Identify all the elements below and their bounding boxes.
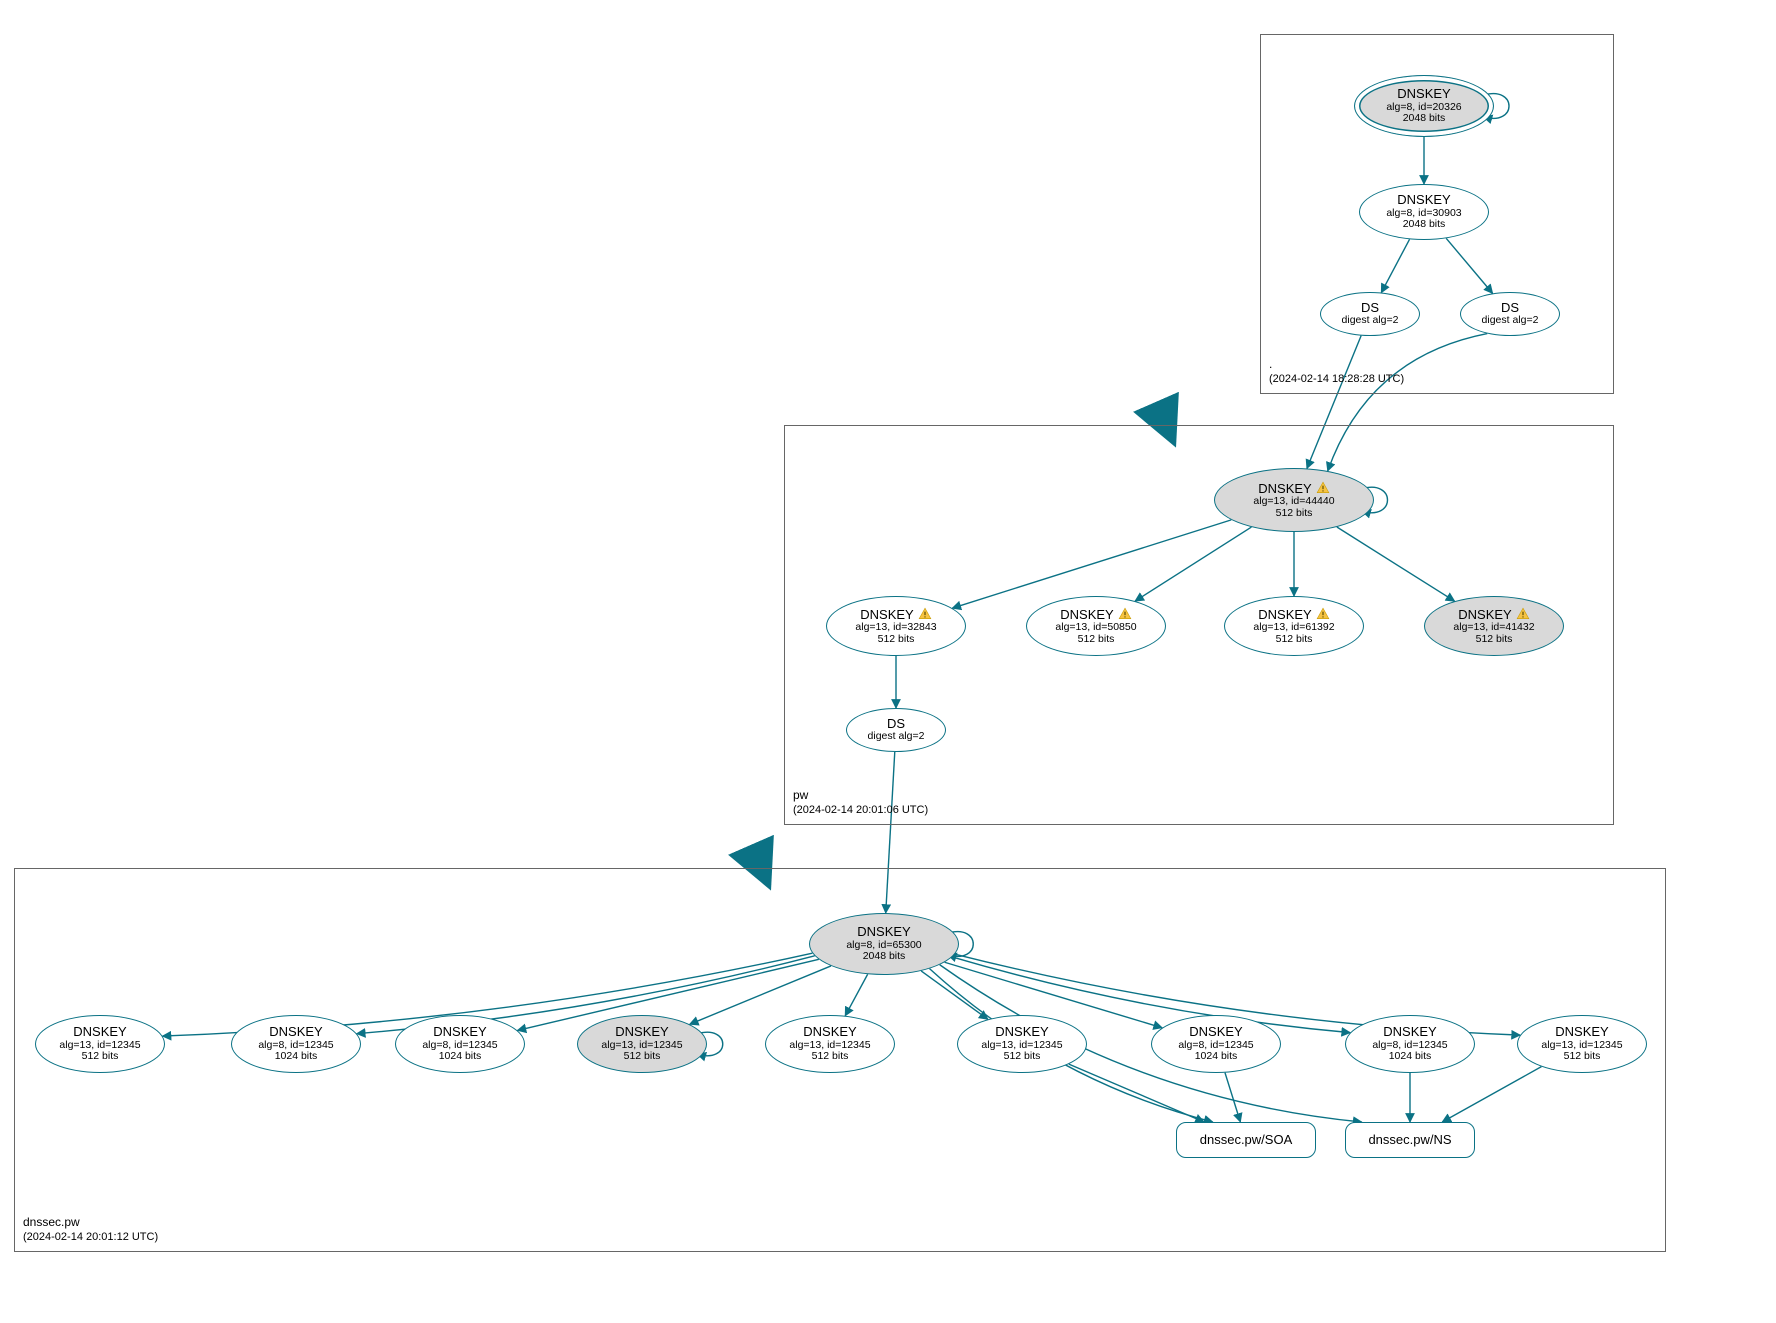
node-sub1: alg=13, id=61392 xyxy=(1253,622,1334,634)
node-sub2: 512 bits xyxy=(1078,634,1115,646)
node-d_ns: dnssec.pw/NS xyxy=(1345,1122,1475,1158)
node-title: DNSKEY xyxy=(1555,1025,1608,1039)
node-title: DS xyxy=(1361,301,1379,315)
node-title: DNSKEY xyxy=(1060,607,1131,622)
zone-label: pw(2024-02-14 20:01:06 UTC) xyxy=(793,787,928,818)
node-sub2: 512 bits xyxy=(812,1051,849,1063)
node-sub2: 1024 bits xyxy=(439,1051,482,1063)
node-title: DNSKEY xyxy=(1458,607,1529,622)
node-title: DS xyxy=(1501,301,1519,315)
node-sub1: alg=13, id=32843 xyxy=(855,622,936,634)
warning-icon xyxy=(1516,607,1530,621)
node-title: DNSKEY xyxy=(269,1025,322,1039)
node-title: DS xyxy=(887,717,905,731)
node-title: dnssec.pw/NS xyxy=(1368,1133,1451,1147)
node-root_zsk: DNSKEYalg=8, id=309032048 bits xyxy=(1359,184,1489,240)
node-title: DNSKEY xyxy=(1258,481,1329,496)
node-title: DNSKEY xyxy=(803,1025,856,1039)
node-title: DNSKEY xyxy=(1383,1025,1436,1039)
node-d_k5: DNSKEYalg=13, id=12345512 bits xyxy=(957,1015,1087,1073)
node-title: DNSKEY xyxy=(73,1025,126,1039)
node-sub2: 2048 bits xyxy=(1403,113,1446,125)
node-title: DNSKEY xyxy=(615,1025,668,1039)
zone-timestamp: (2024-02-14 20:01:06 UTC) xyxy=(793,803,928,818)
node-sub2: 1024 bits xyxy=(1195,1051,1238,1063)
node-sub2: 512 bits xyxy=(1476,634,1513,646)
node-d_k6: DNSKEYalg=8, id=123451024 bits xyxy=(1151,1015,1281,1073)
node-title: DNSKEY xyxy=(857,925,910,939)
warning-icon xyxy=(918,607,932,621)
node-d_k4: DNSKEYalg=13, id=12345512 bits xyxy=(765,1015,895,1073)
node-title: DNSKEY xyxy=(1189,1025,1242,1039)
node-sub1: alg=13, id=44440 xyxy=(1253,496,1334,508)
node-sub1: alg=13, id=41432 xyxy=(1453,622,1534,634)
node-d_k0: DNSKEYalg=13, id=12345512 bits xyxy=(35,1015,165,1073)
node-pw_k1: DNSKEY alg=13, id=32843512 bits xyxy=(826,596,966,656)
node-sub2: 2048 bits xyxy=(1403,219,1446,231)
zone-label: .(2024-02-14 18:28:28 UTC) xyxy=(1269,356,1404,387)
node-sub2: 512 bits xyxy=(624,1051,661,1063)
node-sub2: 1024 bits xyxy=(1389,1051,1432,1063)
node-sub2: 512 bits xyxy=(1004,1051,1041,1063)
node-sub2: 512 bits xyxy=(1276,634,1313,646)
node-title: dnssec.pw/SOA xyxy=(1200,1133,1293,1147)
node-sub2: 512 bits xyxy=(1564,1051,1601,1063)
node-d_ksk: DNSKEYalg=8, id=653002048 bits xyxy=(809,913,959,975)
node-title: DNSKEY xyxy=(433,1025,486,1039)
node-sub2: 512 bits xyxy=(878,634,915,646)
node-root_ds1: DSdigest alg=2 xyxy=(1320,292,1420,336)
node-sub1: digest alg=2 xyxy=(1482,315,1539,327)
node-sub2: 2048 bits xyxy=(863,951,906,963)
node-pw_ksk: DNSKEY alg=13, id=44440512 bits xyxy=(1214,468,1374,532)
node-d_k3: DNSKEYalg=13, id=12345512 bits xyxy=(577,1015,707,1073)
node-d_soa: dnssec.pw/SOA xyxy=(1176,1122,1316,1158)
node-pw_k4: DNSKEY alg=13, id=41432512 bits xyxy=(1424,596,1564,656)
node-pw_k3: DNSKEY alg=13, id=61392512 bits xyxy=(1224,596,1364,656)
node-title: DNSKEY xyxy=(1258,607,1329,622)
node-sub1: alg=13, id=50850 xyxy=(1055,622,1136,634)
node-title: DNSKEY xyxy=(995,1025,1048,1039)
warning-icon xyxy=(1118,607,1132,621)
node-sub1: digest alg=2 xyxy=(1342,315,1399,327)
node-root_ds2: DSdigest alg=2 xyxy=(1460,292,1560,336)
node-title: DNSKEY xyxy=(1397,87,1450,101)
node-title: DNSKEY xyxy=(860,607,931,622)
node-sub1: digest alg=2 xyxy=(868,731,925,743)
node-pw_ds: DSdigest alg=2 xyxy=(846,708,946,752)
node-root_ksk: DNSKEYalg=8, id=203262048 bits xyxy=(1354,75,1494,137)
node-sub2: 512 bits xyxy=(82,1051,119,1063)
node-pw_k2: DNSKEY alg=13, id=50850512 bits xyxy=(1026,596,1166,656)
zone-timestamp: (2024-02-14 18:28:28 UTC) xyxy=(1269,372,1404,387)
node-d_k1: DNSKEYalg=8, id=123451024 bits xyxy=(231,1015,361,1073)
node-sub2: 1024 bits xyxy=(275,1051,318,1063)
zone-name: dnssec.pw xyxy=(23,1214,158,1230)
dnssec-graph-canvas: .(2024-02-14 18:28:28 UTC)pw(2024-02-14 … xyxy=(0,0,1776,1323)
node-d_k8: DNSKEYalg=13, id=12345512 bits xyxy=(1517,1015,1647,1073)
node-d_k7: DNSKEYalg=8, id=123451024 bits xyxy=(1345,1015,1475,1073)
warning-icon xyxy=(1316,607,1330,621)
node-d_k2: DNSKEYalg=8, id=123451024 bits xyxy=(395,1015,525,1073)
zone-label: dnssec.pw(2024-02-14 20:01:12 UTC) xyxy=(23,1214,158,1245)
zone-timestamp: (2024-02-14 20:01:12 UTC) xyxy=(23,1230,158,1245)
node-sub2: 512 bits xyxy=(1276,508,1313,520)
zone-name: pw xyxy=(793,787,928,803)
zone-name: . xyxy=(1269,356,1404,372)
node-title: DNSKEY xyxy=(1397,193,1450,207)
warning-icon xyxy=(1316,481,1330,495)
